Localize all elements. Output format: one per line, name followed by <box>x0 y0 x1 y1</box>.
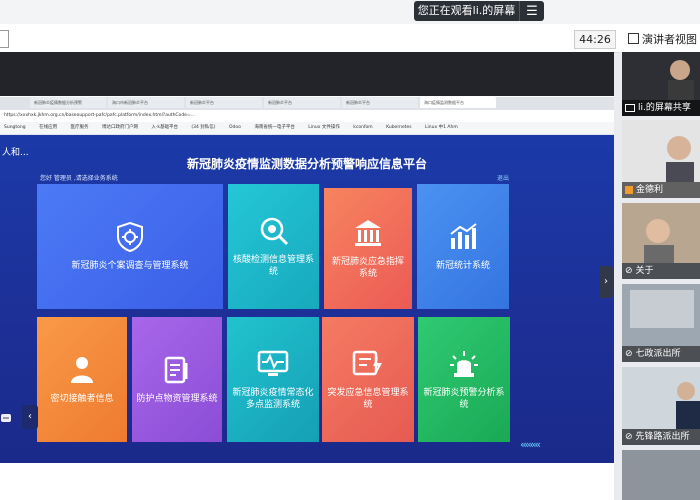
tile-label: 新冠肺炎疫情常态化多点监测系统 <box>232 387 314 410</box>
speaker-view-icon <box>628 33 639 44</box>
participant-label: li.的屏幕共享 <box>622 100 700 116</box>
tile-label: 新冠统计系统 <box>435 260 490 271</box>
tile-label: 核酸检测信息管理系统 <box>232 254 314 277</box>
browser-tab[interactable]: 新冠肺炎平台 <box>186 97 262 108</box>
tile-multipoint-monitoring[interactable]: 新冠肺炎疫情常态化多点监测系统 <box>227 317 319 442</box>
greeting-text: 您好 管理员 ,请选择业务系统 <box>40 175 118 182</box>
participant-tile[interactable]: 金德利 <box>622 120 700 198</box>
tile-label: 新冠肺炎应急指挥系统 <box>331 256 404 279</box>
bookmark[interactable]: 医疗服务 <box>71 125 89 130</box>
meeting-timer: 44:26 <box>574 30 616 49</box>
mic-off-icon: ⊘ <box>625 432 633 442</box>
tile-protective-supplies[interactable]: 防护点物资管理系统 <box>132 317 222 442</box>
tile-label: 突发应急信息管理系统 <box>327 387 409 410</box>
participant-label: ⊘ 关于 <box>622 263 700 279</box>
browser-tab[interactable]: 新冠肺炎疫情数据分析预警 <box>30 97 106 108</box>
participant-video <box>622 203 700 263</box>
mic-off-icon: ⊘ <box>625 266 633 276</box>
browser-tab-active[interactable]: 海口疫情监测数据平台 <box>420 97 496 108</box>
participant-name: li.的屏幕共享 <box>638 103 691 113</box>
bookmark[interactable]: kconfom <box>353 125 372 130</box>
logout-link[interactable]: 退出 <box>497 173 509 182</box>
bookmark[interactable]: Sungtong <box>4 125 26 130</box>
tile-statistics[interactable]: 新冠统计系统 <box>417 184 509 309</box>
participant-tile[interactable]: ⊘ 先锋路派出所 <box>622 367 700 445</box>
tile-label: 新冠肺炎预警分析系统 <box>423 387 505 410</box>
user-icon <box>625 186 633 194</box>
participant-name: 先锋路派出所 <box>635 432 690 442</box>
page-title: 新冠肺炎疫情监测数据分析预警响应信息平台 <box>186 157 427 171</box>
supplies-icon <box>160 355 194 385</box>
browser-tabs: 新冠肺炎疫情数据分析预警 海口市新冠肺炎平台 新冠肺炎平台 新冠肺炎平台 新冠肺… <box>0 97 614 109</box>
emergency-info-icon <box>351 349 385 379</box>
participant-label: 金德利 <box>622 182 700 198</box>
shared-screen-bottom <box>0 490 614 500</box>
address-bar[interactable]: https://xxxhxk.jkhm.org.cn/baseoupport-p… <box>0 110 614 122</box>
tile-label: 新冠肺炎个案调查与管理系统 <box>71 260 189 271</box>
participant-tile[interactable]: ⊘ 七政派出所 <box>622 284 700 362</box>
participant-tile[interactable]: li.的屏幕共享 <box>622 52 700 116</box>
bookmark[interactable]: 入·k基础平台 <box>151 125 178 130</box>
prev-arrow-button[interactable]: ‹ <box>22 405 38 429</box>
participant-tile[interactable] <box>622 450 700 500</box>
screen-share-icon <box>625 104 635 112</box>
monitor-pulse-icon <box>256 349 290 379</box>
tile-close-contacts[interactable]: 密切接触者信息 <box>37 317 127 442</box>
speaker-view-label: 演讲者视图 <box>642 32 697 46</box>
alarm-light-icon <box>447 349 481 379</box>
bookmark[interactable]: Linux 文件操作 <box>308 125 340 130</box>
tile-emergency-command[interactable]: 新冠肺炎应急指挥系统 <box>324 188 412 309</box>
government-building-icon <box>351 218 385 248</box>
bookmark[interactable]: 博达口政府门户网 <box>102 125 138 130</box>
chat-icon[interactable] <box>0 410 12 422</box>
decorative-chevrons: ‹‹‹‹‹‹‹‹ <box>520 438 541 451</box>
virus-shield-icon <box>113 221 147 252</box>
screen-share-banner[interactable]: 您正在观看li.的屏幕 ☰ <box>414 1 544 21</box>
share-banner-text: 您正在观看li.的屏幕 <box>414 1 520 21</box>
virus-magnifier-icon <box>257 216 291 246</box>
tile-emergency-info[interactable]: 突发应急信息管理系统 <box>322 317 414 442</box>
bookmark[interactable]: 在线应用 <box>39 125 57 130</box>
browser-tab[interactable]: 海口市新冠肺炎平台 <box>108 97 184 108</box>
collapse-handle[interactable] <box>0 30 9 48</box>
browser-tab[interactable]: 新冠肺炎平台 <box>264 97 340 108</box>
participant-label: ⊘ 七政派出所 <box>622 346 700 362</box>
bookmark[interactable]: Kubernetes <box>386 125 411 130</box>
tile-nucleic-test[interactable]: 核酸检测信息管理系统 <box>228 184 319 309</box>
participant-name: 金德利 <box>636 185 664 195</box>
bar-chart-icon <box>446 222 480 252</box>
participant-label: ⊘ 先锋路派出所 <box>622 429 700 445</box>
bookmark[interactable]: 海南省统一电子平台 <box>254 125 295 130</box>
shared-screen-top-strip <box>0 52 614 96</box>
participant-video <box>622 284 700 346</box>
participant-video <box>668 60 694 100</box>
contacts-icon <box>65 355 99 385</box>
tile-label: 密切接触者信息 <box>50 393 114 404</box>
next-arrow-button[interactable]: › <box>599 266 613 298</box>
tile-case-investigation[interactable]: 新冠肺炎个案调查与管理系统 <box>37 184 223 309</box>
participant-video <box>622 367 700 429</box>
bookmark[interactable]: Odoo <box>229 125 241 130</box>
bookmark[interactable]: (34 封私信) <box>191 125 215 130</box>
participant-name: 七政派出所 <box>635 349 681 359</box>
bookmark[interactable]: Linux 中1 Ahm <box>425 125 458 130</box>
speaker-view-button[interactable]: 演讲者视图 <box>628 29 700 48</box>
participant-name: 关于 <box>635 266 654 276</box>
meeting-top-bar <box>0 0 700 24</box>
mic-off-icon: ⊘ <box>625 349 633 359</box>
platform-app: 人和... 新冠肺炎疫情监测数据分析预警响应信息平台 您好 管理员 ,请选择业务… <box>0 135 614 463</box>
bookmarks-bar: Sungtong 在线应用 医疗服务 博达口政府门户网 入·k基础平台 (34 … <box>0 122 614 134</box>
tile-label: 防护点物资管理系统 <box>136 393 218 404</box>
menu-icon[interactable]: ☰ <box>520 4 544 19</box>
participant-tile[interactable]: ⊘ 关于 <box>622 203 700 279</box>
tile-early-warning[interactable]: 新冠肺炎预警分析系统 <box>418 317 510 442</box>
browser-tab[interactable]: 新冠肺炎平台 <box>342 97 418 108</box>
participant-video <box>622 120 700 182</box>
